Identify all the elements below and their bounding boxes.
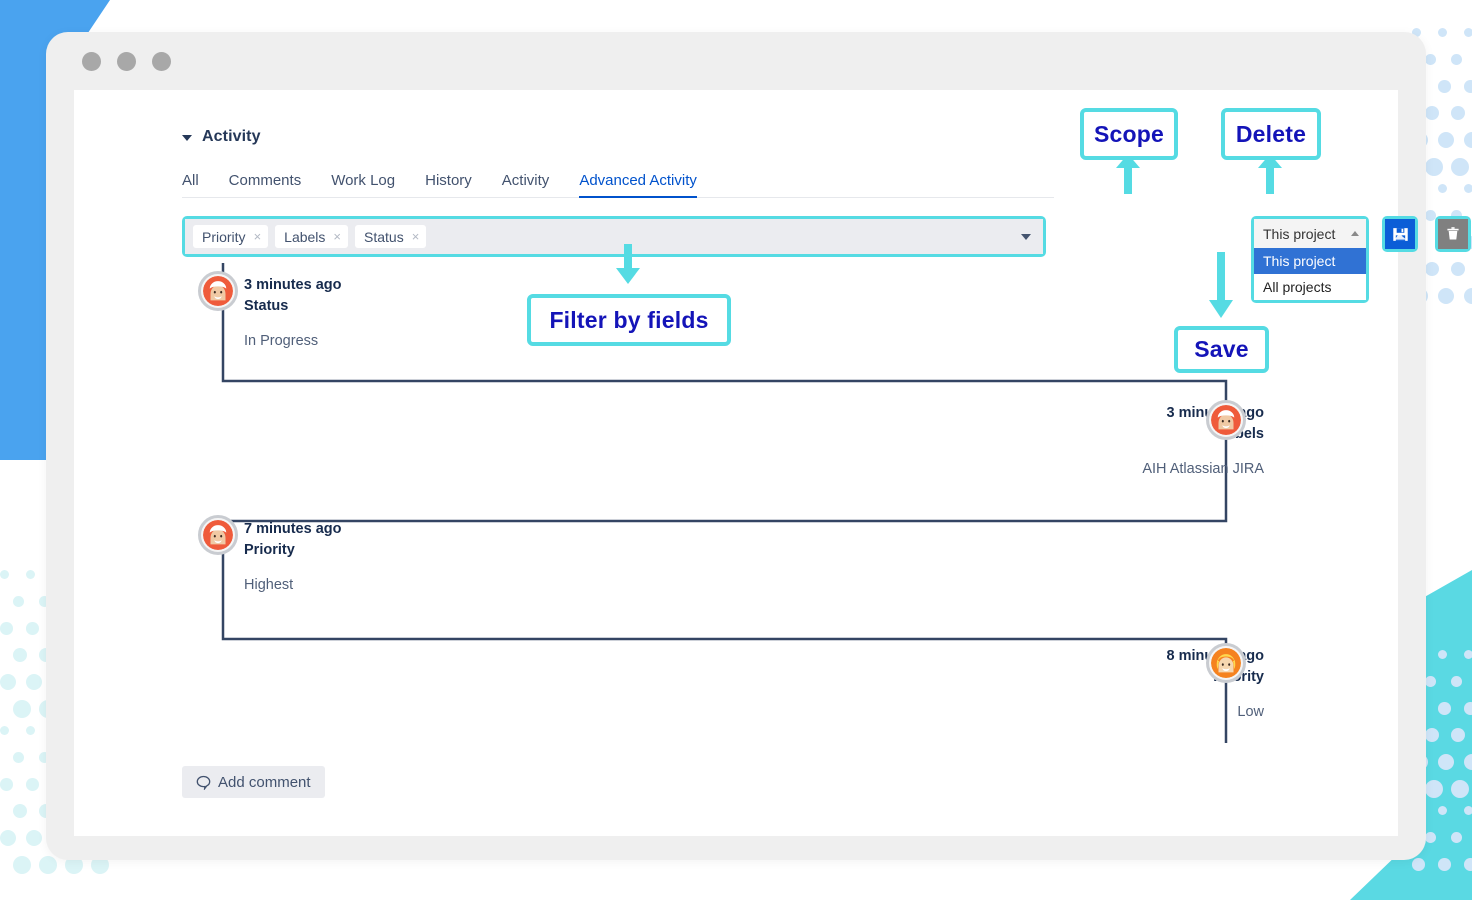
callout-filter-by-fields: Filter by fields: [527, 294, 731, 346]
screenshot-root: Activity All Comments Work Log History A…: [0, 0, 1472, 900]
callout-delete: Delete: [1221, 108, 1321, 160]
callout-save: Save: [1174, 326, 1269, 373]
callout-scope: Scope: [1080, 108, 1178, 160]
